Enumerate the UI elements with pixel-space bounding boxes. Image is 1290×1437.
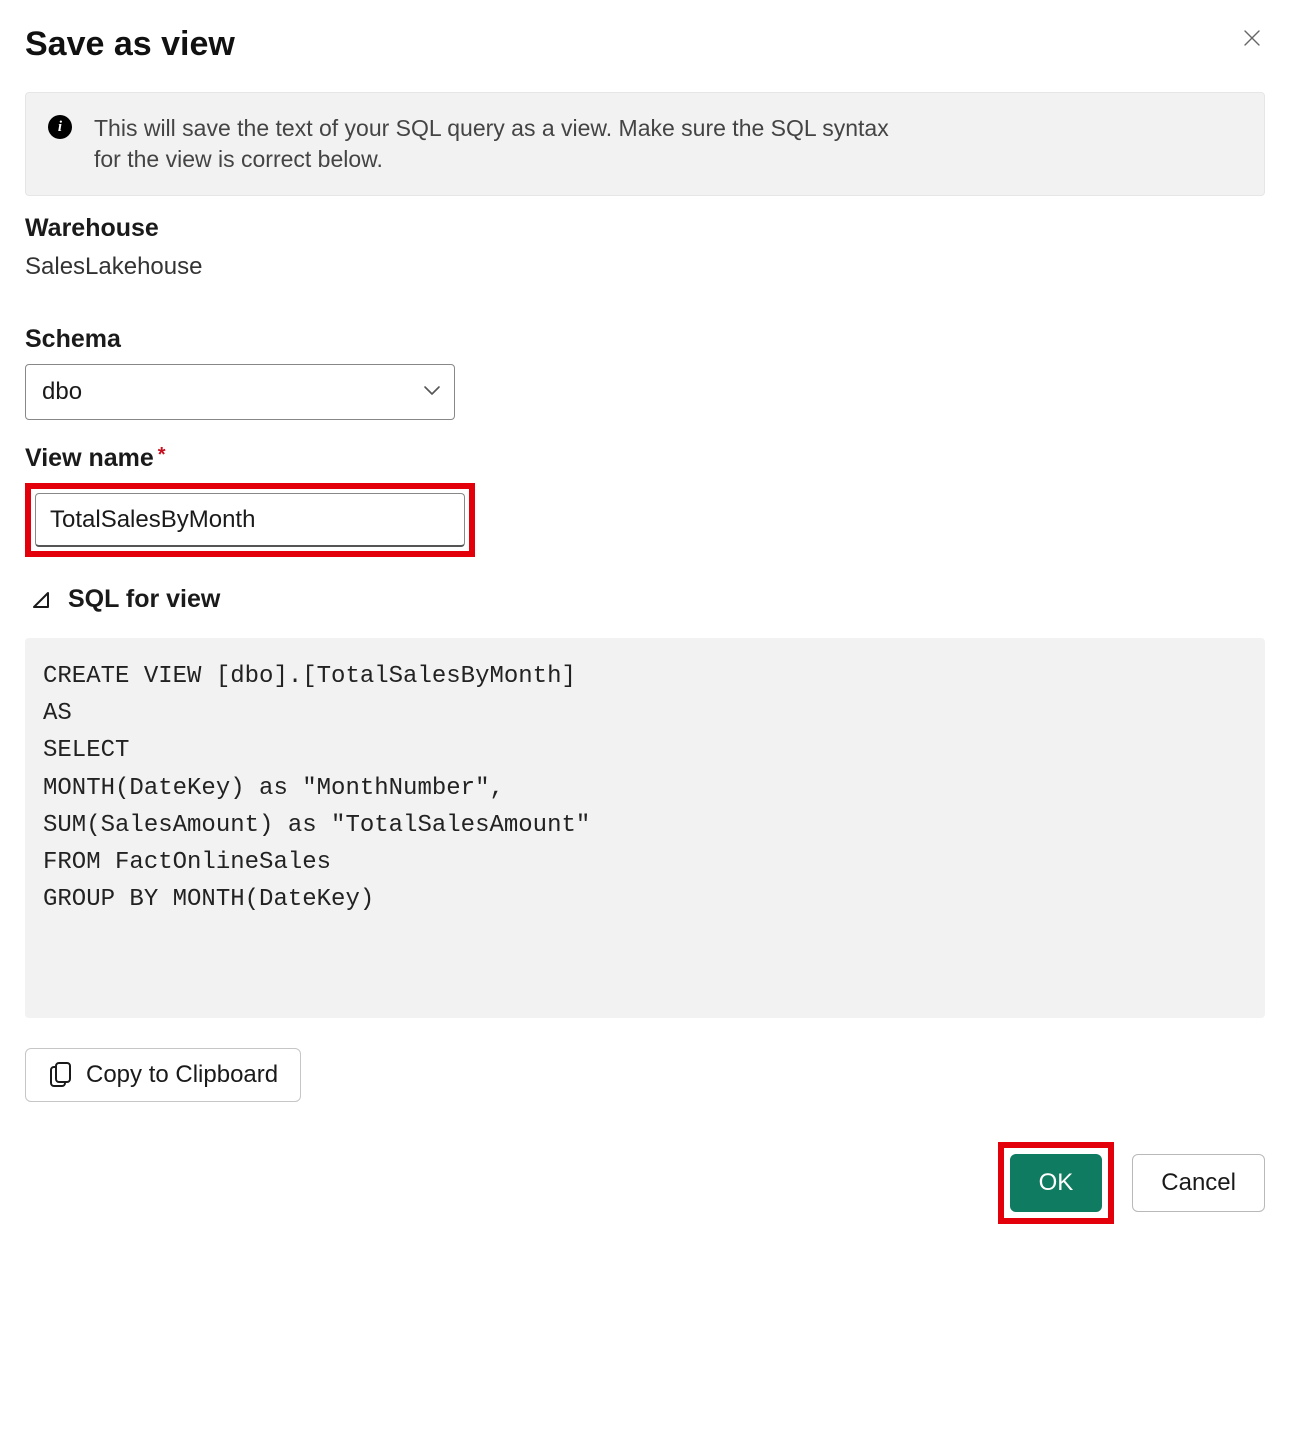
info-icon: i	[48, 115, 72, 139]
view-name-input[interactable]	[35, 493, 465, 547]
sql-heading-text: SQL for view	[68, 585, 220, 614]
sql-triangle-icon	[30, 589, 52, 611]
required-asterisk: *	[158, 444, 166, 466]
ok-button[interactable]: OK	[1010, 1154, 1103, 1212]
cancel-button[interactable]: Cancel	[1132, 1154, 1265, 1212]
schema-select[interactable]: dbo	[25, 364, 455, 420]
view-name-highlight	[25, 483, 475, 557]
dialog-title: Save as view	[25, 25, 235, 64]
warehouse-label: Warehouse	[25, 214, 1265, 243]
dialog-footer: OK Cancel	[25, 1142, 1265, 1224]
info-text: This will save the text of your SQL quer…	[94, 113, 894, 175]
view-name-label: View name*	[25, 444, 1265, 473]
schema-selected-value: dbo	[42, 378, 82, 406]
copy-button-label: Copy to Clipboard	[86, 1061, 278, 1089]
sql-heading: SQL for view	[25, 585, 1265, 614]
close-button[interactable]	[1239, 25, 1265, 51]
info-banner: i This will save the text of your SQL qu…	[25, 92, 1265, 196]
ok-highlight: OK	[998, 1142, 1115, 1224]
sql-code-block[interactable]: CREATE VIEW [dbo].[TotalSalesByMonth] AS…	[25, 638, 1265, 1018]
schema-label: Schema	[25, 325, 1265, 354]
close-icon	[1243, 29, 1261, 47]
warehouse-value: SalesLakehouse	[25, 253, 1265, 281]
copy-icon	[48, 1061, 72, 1089]
copy-to-clipboard-button[interactable]: Copy to Clipboard	[25, 1048, 301, 1102]
